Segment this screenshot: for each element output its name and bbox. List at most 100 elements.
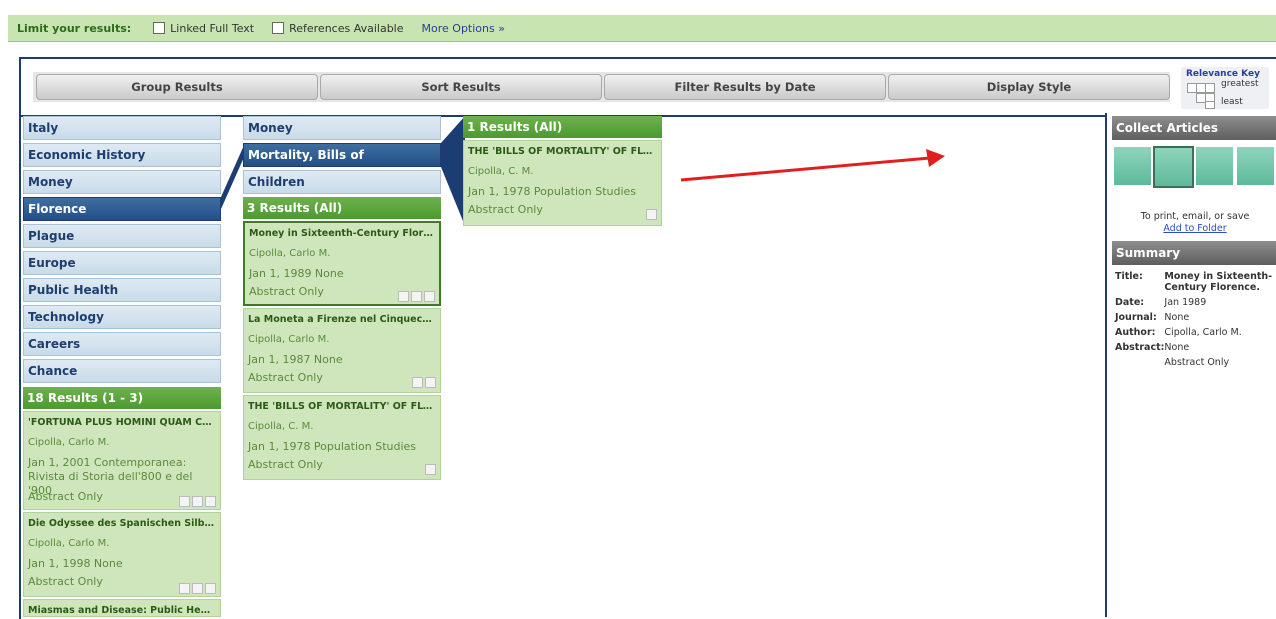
- relevance-box-icon: [205, 583, 216, 594]
- topic-economic-history[interactable]: Economic History: [23, 143, 221, 167]
- result-title[interactable]: Die Odyssee des Spanischen Silbers: Co..…: [28, 518, 216, 529]
- topic-italy[interactable]: Italy: [23, 116, 221, 140]
- connector-wedge: [221, 143, 245, 209]
- result-access: Abstract Only: [28, 490, 103, 503]
- collect-slot[interactable]: [1236, 146, 1275, 186]
- summary-abstract-label: Abstract:: [1115, 342, 1165, 353]
- topic-careers[interactable]: Careers: [23, 332, 221, 356]
- result-title[interactable]: THE 'BILLS OF MORTALITY' OF FLORENCE.: [248, 401, 436, 412]
- relevance-greatest-label: greatest: [1221, 79, 1259, 89]
- topic-florence[interactable]: Florence: [23, 197, 221, 221]
- result-title[interactable]: THE 'BILLS OF MORTALITY' OF FLORENCE.: [468, 146, 657, 157]
- result-title[interactable]: 'FORTUNA PLUS HOMINI QUAM CONSI...: [28, 417, 216, 428]
- relevance-least-label: least: [1221, 97, 1243, 107]
- relevance-boxes: [646, 209, 657, 220]
- linked-full-text-option[interactable]: Linked Full Text: [153, 22, 254, 35]
- summary-access: Abstract Only: [1164, 357, 1230, 368]
- result-author: Cipolla, Carlo M.: [249, 248, 331, 259]
- relevance-boxes: [412, 377, 436, 388]
- connector-wedge: [441, 116, 465, 226]
- references-available-option[interactable]: References Available: [272, 21, 404, 35]
- relevance-key: Relevance Key greatest least: [1181, 67, 1269, 109]
- result-card[interactable]: Money in Sixteenth-Century Florence. Cip…: [243, 221, 441, 306]
- topic-plague[interactable]: Plague: [23, 224, 221, 248]
- relevance-greatest-icon: [1205, 83, 1215, 93]
- results-header-1[interactable]: 18 Results (1 - 3): [23, 387, 221, 409]
- topic-chance[interactable]: Chance: [23, 359, 221, 383]
- result-card[interactable]: THE 'BILLS OF MORTALITY' OF FLORENCE. Ci…: [243, 395, 441, 480]
- relevance-box-icon: [425, 377, 436, 388]
- summary-spacer: [1115, 357, 1164, 372]
- filter-date-button[interactable]: Filter Results by Date: [604, 74, 886, 100]
- references-available-checkbox[interactable]: [272, 22, 285, 34]
- limit-label: Limit your results:: [17, 21, 132, 35]
- red-arrow-annotation: [680, 149, 945, 182]
- relevance-box-icon: [192, 496, 203, 507]
- result-access: Abstract Only: [248, 458, 323, 471]
- summary-title: Money in Sixteenth-Century Florence.: [1164, 271, 1273, 293]
- relevance-key-title: Relevance Key: [1186, 69, 1260, 79]
- collect-slot[interactable]: [1153, 146, 1194, 188]
- result-title[interactable]: Money in Sixteenth-Century Florence.: [249, 228, 435, 239]
- summary-date-label: Date:: [1115, 297, 1145, 308]
- collect-note: To print, email, or save: [1140, 211, 1250, 222]
- result-access: Abstract Only: [28, 575, 103, 588]
- linked-full-text-label: Linked Full Text: [170, 21, 255, 35]
- relevance-box-icon: [411, 291, 422, 302]
- result-access: Abstract Only: [248, 371, 323, 384]
- relevance-boxes: [398, 291, 435, 302]
- result-title[interactable]: Miasmas and Disease: Public Health an...: [28, 605, 216, 616]
- result-author: Cipolla, Carlo M.: [248, 334, 330, 345]
- result-title[interactable]: La Moneta a Firenze nel Cinquecento.: [248, 314, 436, 325]
- result-card[interactable]: Miasmas and Disease: Public Health an...: [23, 599, 221, 617]
- result-access: Abstract Only: [249, 285, 324, 298]
- topic-money[interactable]: Money: [243, 116, 441, 140]
- relevance-boxes: [179, 496, 216, 507]
- topic-children[interactable]: Children: [243, 170, 441, 194]
- more-options-link[interactable]: More Options »: [422, 22, 505, 35]
- relevance-box-icon: [398, 291, 409, 302]
- result-author: Cipolla, Carlo M.: [28, 538, 110, 549]
- results-header-3[interactable]: 1 Results (All): [463, 116, 662, 138]
- relevance-box-icon: [425, 464, 436, 475]
- relevance-box-icon: [179, 496, 190, 507]
- relevance-box-icon: [192, 583, 203, 594]
- relevance-least-icon: [1205, 101, 1215, 109]
- arrow-line: [680, 156, 931, 182]
- topic-mortality-bills-of[interactable]: Mortality, Bills of: [243, 143, 441, 167]
- topic-public-health[interactable]: Public Health: [23, 278, 221, 302]
- result-card[interactable]: Die Odyssee des Spanischen Silbers: Co..…: [23, 512, 221, 597]
- collect-slot[interactable]: [1113, 146, 1152, 186]
- collect-slot[interactable]: [1195, 146, 1234, 186]
- result-date-source: Jan 1, 1989 None: [249, 267, 344, 280]
- results-toolbar: Group Results Sort Results Filter Result…: [33, 72, 1170, 102]
- display-style-button[interactable]: Display Style: [888, 74, 1170, 100]
- result-card[interactable]: La Moneta a Firenze nel Cinquecento. Cip…: [243, 308, 441, 393]
- results-header-2[interactable]: 3 Results (All): [243, 197, 441, 219]
- summary-table: Title: Money in Sixteenth-Century Florenc…: [1115, 271, 1275, 372]
- summary-title-label: Title:: [1115, 271, 1143, 282]
- arrow-head: [926, 149, 945, 167]
- topic-money[interactable]: Money: [23, 170, 221, 194]
- relevance-boxes: [179, 583, 216, 594]
- summary-author-label: Author:: [1115, 327, 1156, 338]
- collect-articles-header: Collect Articles: [1112, 116, 1276, 140]
- result-author: Cipolla, Carlo M.: [28, 437, 110, 448]
- result-card[interactable]: THE 'BILLS OF MORTALITY' OF FLORENCE. Ci…: [463, 140, 662, 226]
- group-results-button[interactable]: Group Results: [36, 74, 318, 100]
- add-to-folder-link[interactable]: Add to Folder: [1112, 223, 1276, 234]
- sort-results-button[interactable]: Sort Results: [320, 74, 602, 100]
- linked-full-text-checkbox[interactable]: [153, 22, 166, 34]
- references-available-label: References Available: [289, 21, 404, 35]
- topic-technology[interactable]: Technology: [23, 305, 221, 329]
- topic-europe[interactable]: Europe: [23, 251, 221, 275]
- limit-results-bar: Limit your results: Linked Full Text Ref…: [8, 15, 1276, 42]
- relevance-box-icon: [179, 583, 190, 594]
- summary-journal-label: Journal:: [1115, 312, 1157, 323]
- summary-abstract: None: [1164, 342, 1190, 353]
- result-card[interactable]: 'FORTUNA PLUS HOMINI QUAM CONSI... Cipol…: [23, 411, 221, 510]
- result-date-source: Jan 1, 1998 None: [28, 557, 123, 570]
- summary-author: Cipolla, Carlo M.: [1164, 327, 1242, 338]
- result-author: Cipolla, C. M.: [468, 166, 534, 177]
- result-date-source: Jan 1, 1987 None: [248, 353, 343, 366]
